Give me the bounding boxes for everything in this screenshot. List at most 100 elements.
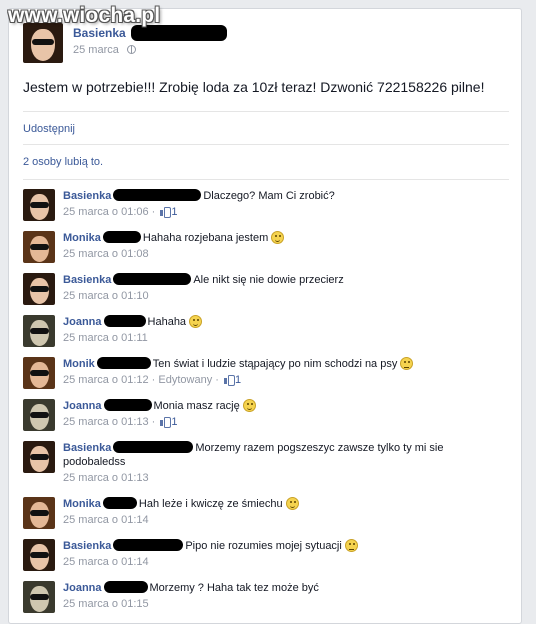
comment-meta: 25 marca o 01:13 bbox=[63, 471, 503, 485]
post-author-avatar[interactable] bbox=[23, 23, 63, 63]
meta-separator: · bbox=[148, 206, 159, 218]
comment-line: Basienka Ale nikt się nie dowie przecierz bbox=[63, 273, 503, 287]
comment-line: Monika Hahaha rozjebana jestem bbox=[63, 231, 503, 245]
comment-body: Joanna Monia masz rację 25 marca o 01:13 ·… bbox=[63, 399, 503, 429]
post-header: Basienka 25 marca bbox=[23, 23, 503, 63]
comment-meta: 25 marca o 01:12 · Edytowany · 1 bbox=[63, 373, 503, 387]
smiley-emoticon-icon bbox=[400, 357, 414, 370]
globe-icon bbox=[126, 45, 136, 54]
comment-author[interactable]: Basienka bbox=[63, 274, 111, 286]
post-date[interactable]: 25 marca bbox=[73, 44, 119, 56]
comment-author[interactable]: Basienka bbox=[63, 190, 111, 202]
comment-meta: 25 marca o 01:15 bbox=[63, 597, 503, 611]
like-count[interactable]: 1 bbox=[171, 416, 177, 428]
smiley-emoticon-icon bbox=[189, 315, 203, 328]
comment-text: Dlaczego? Mam Ci zrobić? bbox=[203, 190, 335, 202]
comment-text: Hahaha rozjebana jestem bbox=[142, 232, 269, 244]
comment-author[interactable]: Monik bbox=[63, 358, 95, 370]
share-link[interactable]: Udostępnij bbox=[23, 123, 75, 135]
like-thumb-icon[interactable] bbox=[224, 375, 235, 386]
like-count[interactable]: 1 bbox=[171, 206, 177, 218]
comment-avatar[interactable] bbox=[23, 231, 55, 263]
meta-separator: · bbox=[212, 374, 222, 386]
like-thumb-icon[interactable] bbox=[160, 207, 172, 218]
comment-author[interactable]: Basienka bbox=[63, 540, 111, 552]
redaction-mark bbox=[113, 441, 194, 453]
comment-timestamp[interactable]: 25 marca o 01:14 bbox=[63, 514, 149, 526]
comment-body: Basienka Morzemy razem pogszeszyc zawsze … bbox=[63, 441, 503, 485]
watermark-logo: www.wiocha.pl bbox=[8, 4, 161, 27]
smiley-emoticon-icon bbox=[242, 399, 256, 412]
divider bbox=[23, 179, 509, 180]
redaction-mark bbox=[113, 273, 192, 285]
comment-timestamp[interactable]: 25 marca o 01:10 bbox=[63, 290, 149, 302]
comment-avatar[interactable] bbox=[23, 273, 55, 305]
smiley-emoticon-icon bbox=[344, 539, 358, 552]
likes-summary[interactable]: 2 osoby lubią to. bbox=[23, 156, 103, 168]
comment-text: Monia masz rację bbox=[153, 400, 240, 412]
comment-meta: 25 marca o 01:08 bbox=[63, 247, 503, 261]
comment-avatar[interactable] bbox=[23, 497, 55, 529]
comment-meta: 25 marca o 01:06 · 1 bbox=[63, 205, 503, 219]
comment-text: Morzemy ? Haha tak tez może być bbox=[149, 582, 319, 594]
comment-body: Basienka Dlaczego? Mam Ci zrobić? 25 marca… bbox=[63, 189, 503, 219]
redaction-mark bbox=[102, 231, 141, 243]
post-text: Jestem w potrzebie!!! Zrobię loda za 10z… bbox=[23, 79, 485, 95]
comment-body: Joanna Hahaha 25 marca o 01:11 bbox=[63, 315, 503, 345]
comment-line: Joanna Monia masz rację bbox=[63, 399, 503, 413]
comment-avatar[interactable] bbox=[23, 399, 55, 431]
like-count[interactable]: 1 bbox=[235, 374, 241, 386]
comment-author[interactable]: Monika bbox=[63, 232, 101, 244]
comment-line: Monika Hah leże i kwiczę ze śmiechu bbox=[63, 497, 503, 511]
comment-body: Monik Ten świat i ludzie stąpający po nim… bbox=[63, 357, 503, 387]
comment-author[interactable]: Joanna bbox=[63, 400, 102, 412]
comment-line: Basienka Dlaczego? Mam Ci zrobić? bbox=[63, 189, 503, 203]
comment-timestamp[interactable]: 25 marca o 01:14 bbox=[63, 556, 149, 568]
comment-timestamp[interactable]: 25 marca o 01:13 bbox=[63, 416, 149, 428]
comment-line: Joanna Hahaha bbox=[63, 315, 503, 329]
comment-timestamp[interactable]: 25 marca o 01:06 bbox=[63, 206, 149, 218]
comment-body: Basienka Pipo nie rozumies mojej sytuacji… bbox=[63, 539, 503, 569]
comment-timestamp[interactable]: 25 marca o 01:15 bbox=[63, 598, 149, 610]
comment-meta: 25 marca o 01:10 bbox=[63, 289, 503, 303]
meta-separator: · bbox=[148, 374, 159, 386]
comment-author[interactable]: Joanna bbox=[63, 582, 102, 594]
comment-text: Pipo nie rozumies mojej sytuacji bbox=[185, 540, 342, 552]
post-meta: 25 marca bbox=[73, 44, 136, 56]
comment-line: Monik Ten świat i ludzie stąpający po nim… bbox=[63, 357, 503, 371]
post-card: Basienka 25 marca Jestem w potrzebie!!! … bbox=[8, 8, 522, 624]
comment-text: Hah leże i kwiczę ze śmiechu bbox=[138, 498, 283, 510]
redaction-mark bbox=[113, 189, 202, 201]
comment-timestamp[interactable]: 25 marca o 01:08 bbox=[63, 248, 149, 260]
divider bbox=[23, 144, 509, 145]
comment-line: Basienka Morzemy razem pogszeszyc zawsze … bbox=[63, 441, 503, 469]
like-thumb-icon[interactable] bbox=[160, 417, 172, 428]
comment-meta: 25 marca o 01:14 bbox=[63, 513, 503, 527]
comment-avatar[interactable] bbox=[23, 357, 55, 389]
comment-timestamp[interactable]: 25 marca o 01:12 bbox=[63, 374, 149, 386]
comment-body: Monika Hah leże i kwiczę ze śmiechu 25 mar… bbox=[63, 497, 503, 527]
comment-author[interactable]: Joanna bbox=[63, 316, 102, 328]
smiley-emoticon-icon bbox=[285, 497, 299, 510]
comment-avatar[interactable] bbox=[23, 581, 55, 613]
post-author-name[interactable]: Basienka bbox=[73, 26, 126, 40]
comment-line: Basienka Pipo nie rozumies mojej sytuacji bbox=[63, 539, 503, 553]
comment-body: Basienka Ale nikt się nie dowie przecierz… bbox=[63, 273, 503, 303]
meta-separator: · bbox=[148, 416, 159, 428]
comment-author[interactable]: Basienka bbox=[63, 442, 111, 454]
comment-meta: 25 marca o 01:14 bbox=[63, 555, 503, 569]
redaction-mark bbox=[113, 539, 184, 551]
comment-timestamp[interactable]: 25 marca o 01:13 bbox=[63, 472, 149, 484]
divider bbox=[23, 111, 509, 112]
redaction-mark bbox=[102, 497, 137, 509]
comment-timestamp[interactable]: 25 marca o 01:11 bbox=[63, 332, 148, 344]
redaction-mark bbox=[103, 581, 148, 593]
comment-avatar[interactable] bbox=[23, 189, 55, 221]
redaction-mark bbox=[103, 315, 146, 327]
comment-avatar[interactable] bbox=[23, 315, 55, 347]
edited-label[interactable]: Edytowany bbox=[158, 374, 212, 386]
comment-body: Joanna Morzemy ? Haha tak tez może być 25 … bbox=[63, 581, 503, 611]
comment-avatar[interactable] bbox=[23, 539, 55, 571]
comment-avatar[interactable] bbox=[23, 441, 55, 473]
comment-author[interactable]: Monika bbox=[63, 498, 101, 510]
